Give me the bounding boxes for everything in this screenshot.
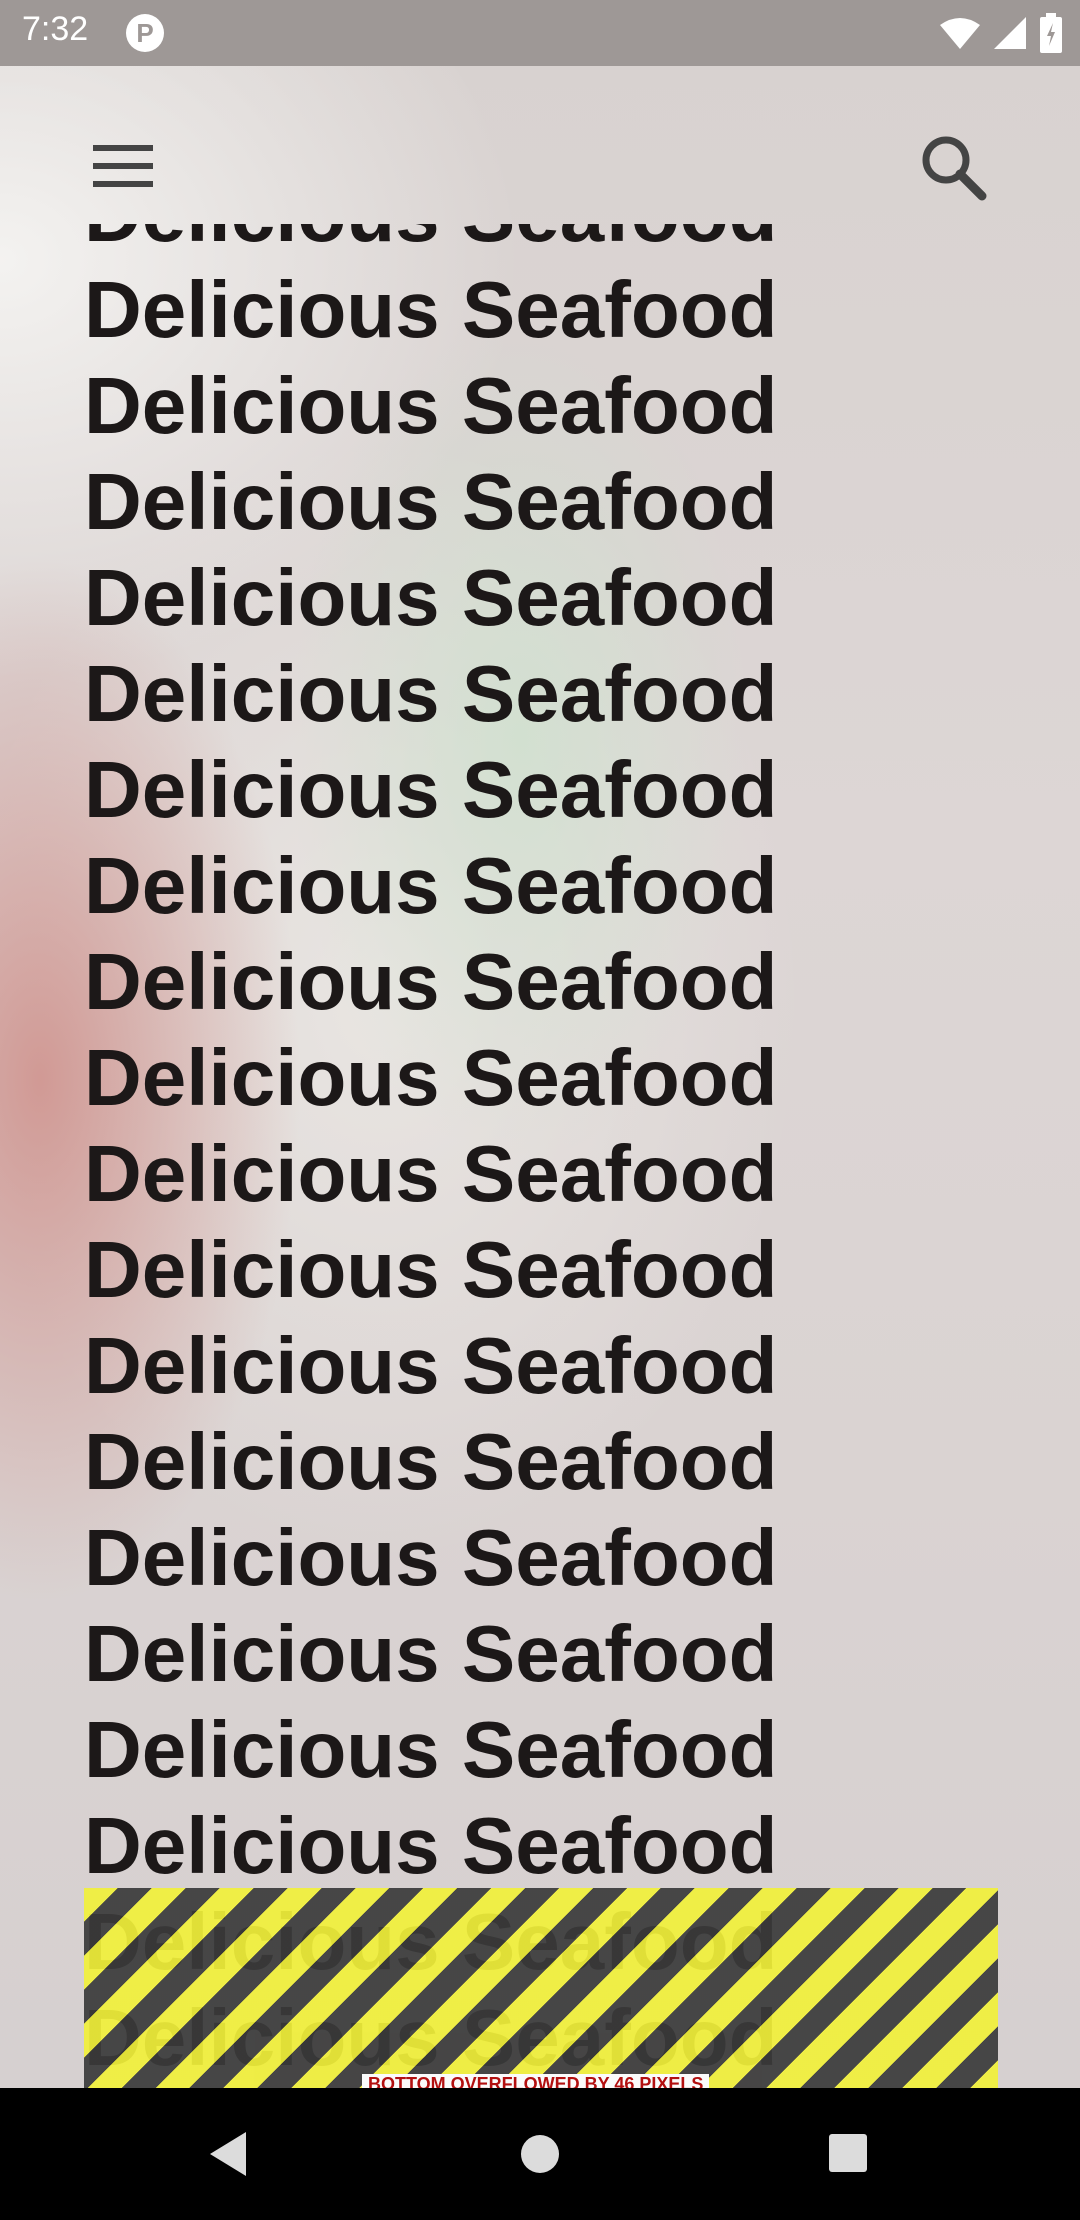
status-bar: 7:32 P — [0, 0, 1080, 66]
list-item: Delicious Seafood — [84, 1321, 778, 1410]
overflow-warning-stripe: BOTTOM OVERFLOWED BY 46 PIXELS — [84, 1888, 998, 2088]
list-item: Delicious Seafood — [84, 553, 778, 642]
scroll-list[interactable]: Delicious Seafood Delicious Seafood Delici… — [0, 224, 1080, 2088]
list-item: Delicious Seafood — [84, 1705, 778, 1794]
menu-icon — [93, 145, 153, 187]
list-item: Delicious Seafood — [84, 1801, 778, 1890]
back-button[interactable] — [200, 2124, 260, 2184]
seafood-list: Delicious Seafood Delicious Seafood Delici… — [84, 224, 777, 2086]
status-time: 7:32 — [22, 10, 89, 48]
list-item: Delicious Seafood — [84, 1129, 778, 1218]
recents-icon — [829, 2134, 867, 2172]
app-notification-icon: P — [126, 14, 164, 52]
menu-button[interactable] — [88, 136, 158, 196]
home-button[interactable] — [516, 2124, 578, 2186]
overflow-warning-label: BOTTOM OVERFLOWED BY 46 PIXELS — [362, 2074, 710, 2088]
list-item: Delicious Seafood — [84, 1513, 778, 1602]
list-item: Delicious Seafood — [84, 937, 778, 1026]
list-item: Delicious Seafood — [84, 1033, 778, 1122]
list-item: Delicious Seafood — [84, 1225, 778, 1314]
list-item: Delicious Seafood — [84, 457, 778, 546]
recents-button[interactable] — [818, 2124, 880, 2186]
search-icon — [922, 136, 987, 201]
list-item: Delicious Seafood — [84, 649, 778, 738]
list-item: Delicious Seafood — [84, 745, 778, 834]
list-item: Delicious Seafood — [84, 841, 778, 930]
battery-icon — [1040, 13, 1062, 53]
list-item: Delicious Seafood — [84, 265, 778, 354]
status-icons — [940, 12, 1062, 54]
list-item: Delicious Seafood — [84, 361, 778, 450]
signal-icon — [994, 17, 1026, 49]
back-icon — [210, 2132, 246, 2176]
wifi-icon — [940, 18, 980, 49]
list-item: Delicious Seafood — [84, 1609, 778, 1698]
search-button[interactable] — [918, 132, 990, 204]
list-item: Delicious Seafood — [84, 224, 777, 262]
list-item: Delicious Seafood — [84, 1417, 778, 1506]
home-icon — [521, 2135, 559, 2173]
